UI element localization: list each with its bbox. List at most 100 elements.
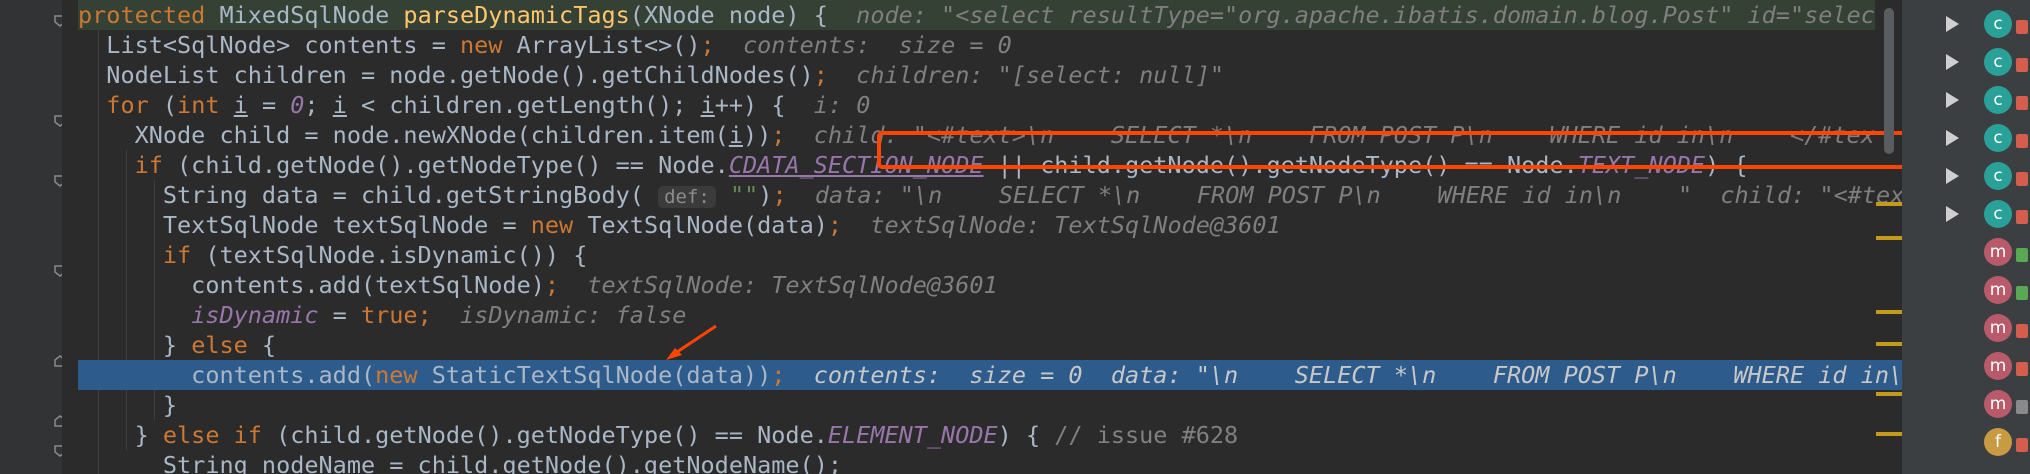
- code-line[interactable]: List<SqlNode> contents = new ArrayList<>…: [78, 30, 1012, 60]
- method-icon: m: [1984, 238, 2012, 266]
- vertical-scrollbar[interactable]: [1876, 0, 1902, 474]
- visibility-lock-icon: [2016, 172, 2028, 186]
- code-line[interactable]: } else if (child.getNode().getNodeType()…: [78, 420, 1239, 450]
- warning-stripe[interactable]: [1876, 392, 1902, 396]
- code-token: String nodeName = child.getNode().getNod…: [78, 451, 843, 474]
- expand-arrow-icon[interactable]: [1946, 206, 1959, 222]
- code-token: TextSqlNode(data): [573, 211, 828, 239]
- expand-arrow-icon[interactable]: [1946, 130, 1959, 146]
- code-line[interactable]: }: [78, 390, 177, 420]
- structure-item[interactable]: c: [1902, 194, 2030, 232]
- debug-inline-value: node: "<select resultType="org.apache.ib…: [856, 1, 1875, 29]
- code-token: ELEMENT_NODE: [827, 421, 998, 449]
- warning-stripe[interactable]: [1876, 342, 1902, 346]
- code-token: ;: [700, 31, 715, 59]
- code-token: NodeList children = node.getNode().getCh…: [78, 61, 814, 89]
- code-token: (: [148, 91, 178, 119]
- expand-arrow-icon[interactable]: [1946, 92, 1959, 108]
- code-editor[interactable]: protected MixedSqlNode parseDynamicTags(…: [62, 0, 1902, 474]
- code-token: XNode child = node.newXNode(children.ite…: [78, 121, 729, 149]
- structure-item[interactable]: c: [1902, 156, 2030, 194]
- code-token: =: [318, 301, 361, 329]
- code-token: "": [730, 181, 759, 209]
- code-token: (XNode node) {: [629, 1, 857, 29]
- structure-item[interactable]: m: [1902, 308, 2030, 346]
- code-token: (child.getNode().getNodeType() == Node.: [162, 151, 729, 179]
- code-token: parseDynamicTags: [403, 1, 630, 29]
- code-line[interactable]: } else {: [78, 330, 276, 360]
- code-line[interactable]: TextSqlNode textSqlNode = new TextSqlNod…: [78, 210, 1281, 240]
- code-token: else: [191, 331, 248, 359]
- class-icon: c: [1984, 162, 2012, 190]
- code-line[interactable]: String nodeName = child.getNode().getNod…: [78, 450, 842, 474]
- structure-item[interactable]: c: [1902, 80, 2030, 118]
- code-token: true: [360, 301, 418, 329]
- code-token: ;: [771, 121, 786, 149]
- code-token: ;: [813, 61, 828, 89]
- code-token: i: [728, 121, 743, 149]
- structure-item[interactable]: c: [1902, 42, 2030, 80]
- class-icon: c: [1984, 10, 2012, 38]
- class-icon: c: [1984, 200, 2012, 228]
- warning-stripe[interactable]: [1876, 202, 1902, 206]
- class-icon: c: [1984, 48, 2012, 76]
- debug-inline-value: def:: [658, 186, 716, 208]
- expand-arrow-icon[interactable]: [1946, 54, 1959, 70]
- debug-inline-value: isDynamic: false: [431, 301, 687, 329]
- method-icon: m: [1984, 276, 2012, 304]
- structure-item[interactable]: m: [1902, 232, 2030, 270]
- code-token: ;: [827, 211, 843, 239]
- code-line[interactable]: contents.add(textSqlNode); textSqlNode: …: [78, 270, 997, 300]
- visibility-lock-icon: [2016, 286, 2028, 300]
- visibility-lock-icon: [2016, 210, 2028, 224]
- code-line[interactable]: protected MixedSqlNode parseDynamicTags(…: [78, 0, 1875, 30]
- structure-item[interactable]: c: [1902, 118, 2030, 156]
- code-token: =: [247, 91, 291, 119]
- code-line[interactable]: for (int i = 0; i < children.getLength()…: [78, 90, 870, 120]
- structure-item[interactable]: c: [1902, 4, 2030, 42]
- visibility-lock-icon: [2016, 362, 2028, 376]
- warning-stripe[interactable]: [1876, 432, 1902, 436]
- code-token: List<SqlNode> contents =: [78, 31, 461, 59]
- code-token: {: [247, 331, 277, 359]
- debug-inline-value: children: "[select: null]": [827, 61, 1225, 89]
- annotation-arrow-icon: [666, 324, 717, 360]
- code-token: }: [78, 391, 178, 419]
- code-token: protected: [78, 1, 206, 29]
- code-token: ;: [417, 301, 432, 329]
- expand-arrow-icon[interactable]: [1946, 168, 1959, 184]
- structure-item[interactable]: m: [1902, 346, 2030, 384]
- code-token: // issue #628: [1054, 421, 1239, 449]
- scrollbar-thumb[interactable]: [1884, 8, 1894, 154]
- code-token: ;: [771, 361, 786, 389]
- structure-item[interactable]: f: [1902, 422, 2030, 460]
- structure-item[interactable]: m: [1902, 384, 2030, 422]
- editor-gutter[interactable]: [0, 0, 66, 474]
- method-icon: m: [1984, 314, 2012, 342]
- code-line[interactable]: if (textSqlNode.isDynamic()) {: [78, 240, 587, 270]
- structure-item[interactable]: m: [1902, 270, 2030, 308]
- code-token: ;: [772, 181, 787, 209]
- class-icon: c: [1984, 124, 2012, 152]
- execution-point-line[interactable]: contents.add(new StaticTextSqlNode(data)…: [78, 360, 1902, 390]
- code-line[interactable]: String data = child.getStringBody( def: …: [78, 180, 1902, 210]
- code-token: ;: [304, 91, 333, 119]
- code-line[interactable]: isDynamic = true; isDynamic: false: [78, 300, 686, 330]
- code-line[interactable]: NodeList children = node.getNode().getCh…: [78, 60, 1224, 90]
- visibility-lock-icon: [2016, 134, 2028, 148]
- code-token: i: [700, 91, 715, 119]
- expand-arrow-icon[interactable]: [1946, 16, 1959, 32]
- code-token: ) {: [997, 421, 1055, 449]
- code-token: String data = child.getStringBody(: [78, 181, 659, 209]
- warning-stripe[interactable]: [1876, 310, 1902, 314]
- visibility-lock-icon: [2016, 58, 2028, 72]
- code-token: ++) {: [714, 91, 814, 119]
- code-token: )): [742, 121, 772, 149]
- code-token: else if: [162, 421, 262, 449]
- class-icon: c: [1984, 86, 2012, 114]
- warning-stripe[interactable]: [1876, 236, 1902, 240]
- code-token: (child.getNode().getNodeType() == Node.: [261, 421, 828, 449]
